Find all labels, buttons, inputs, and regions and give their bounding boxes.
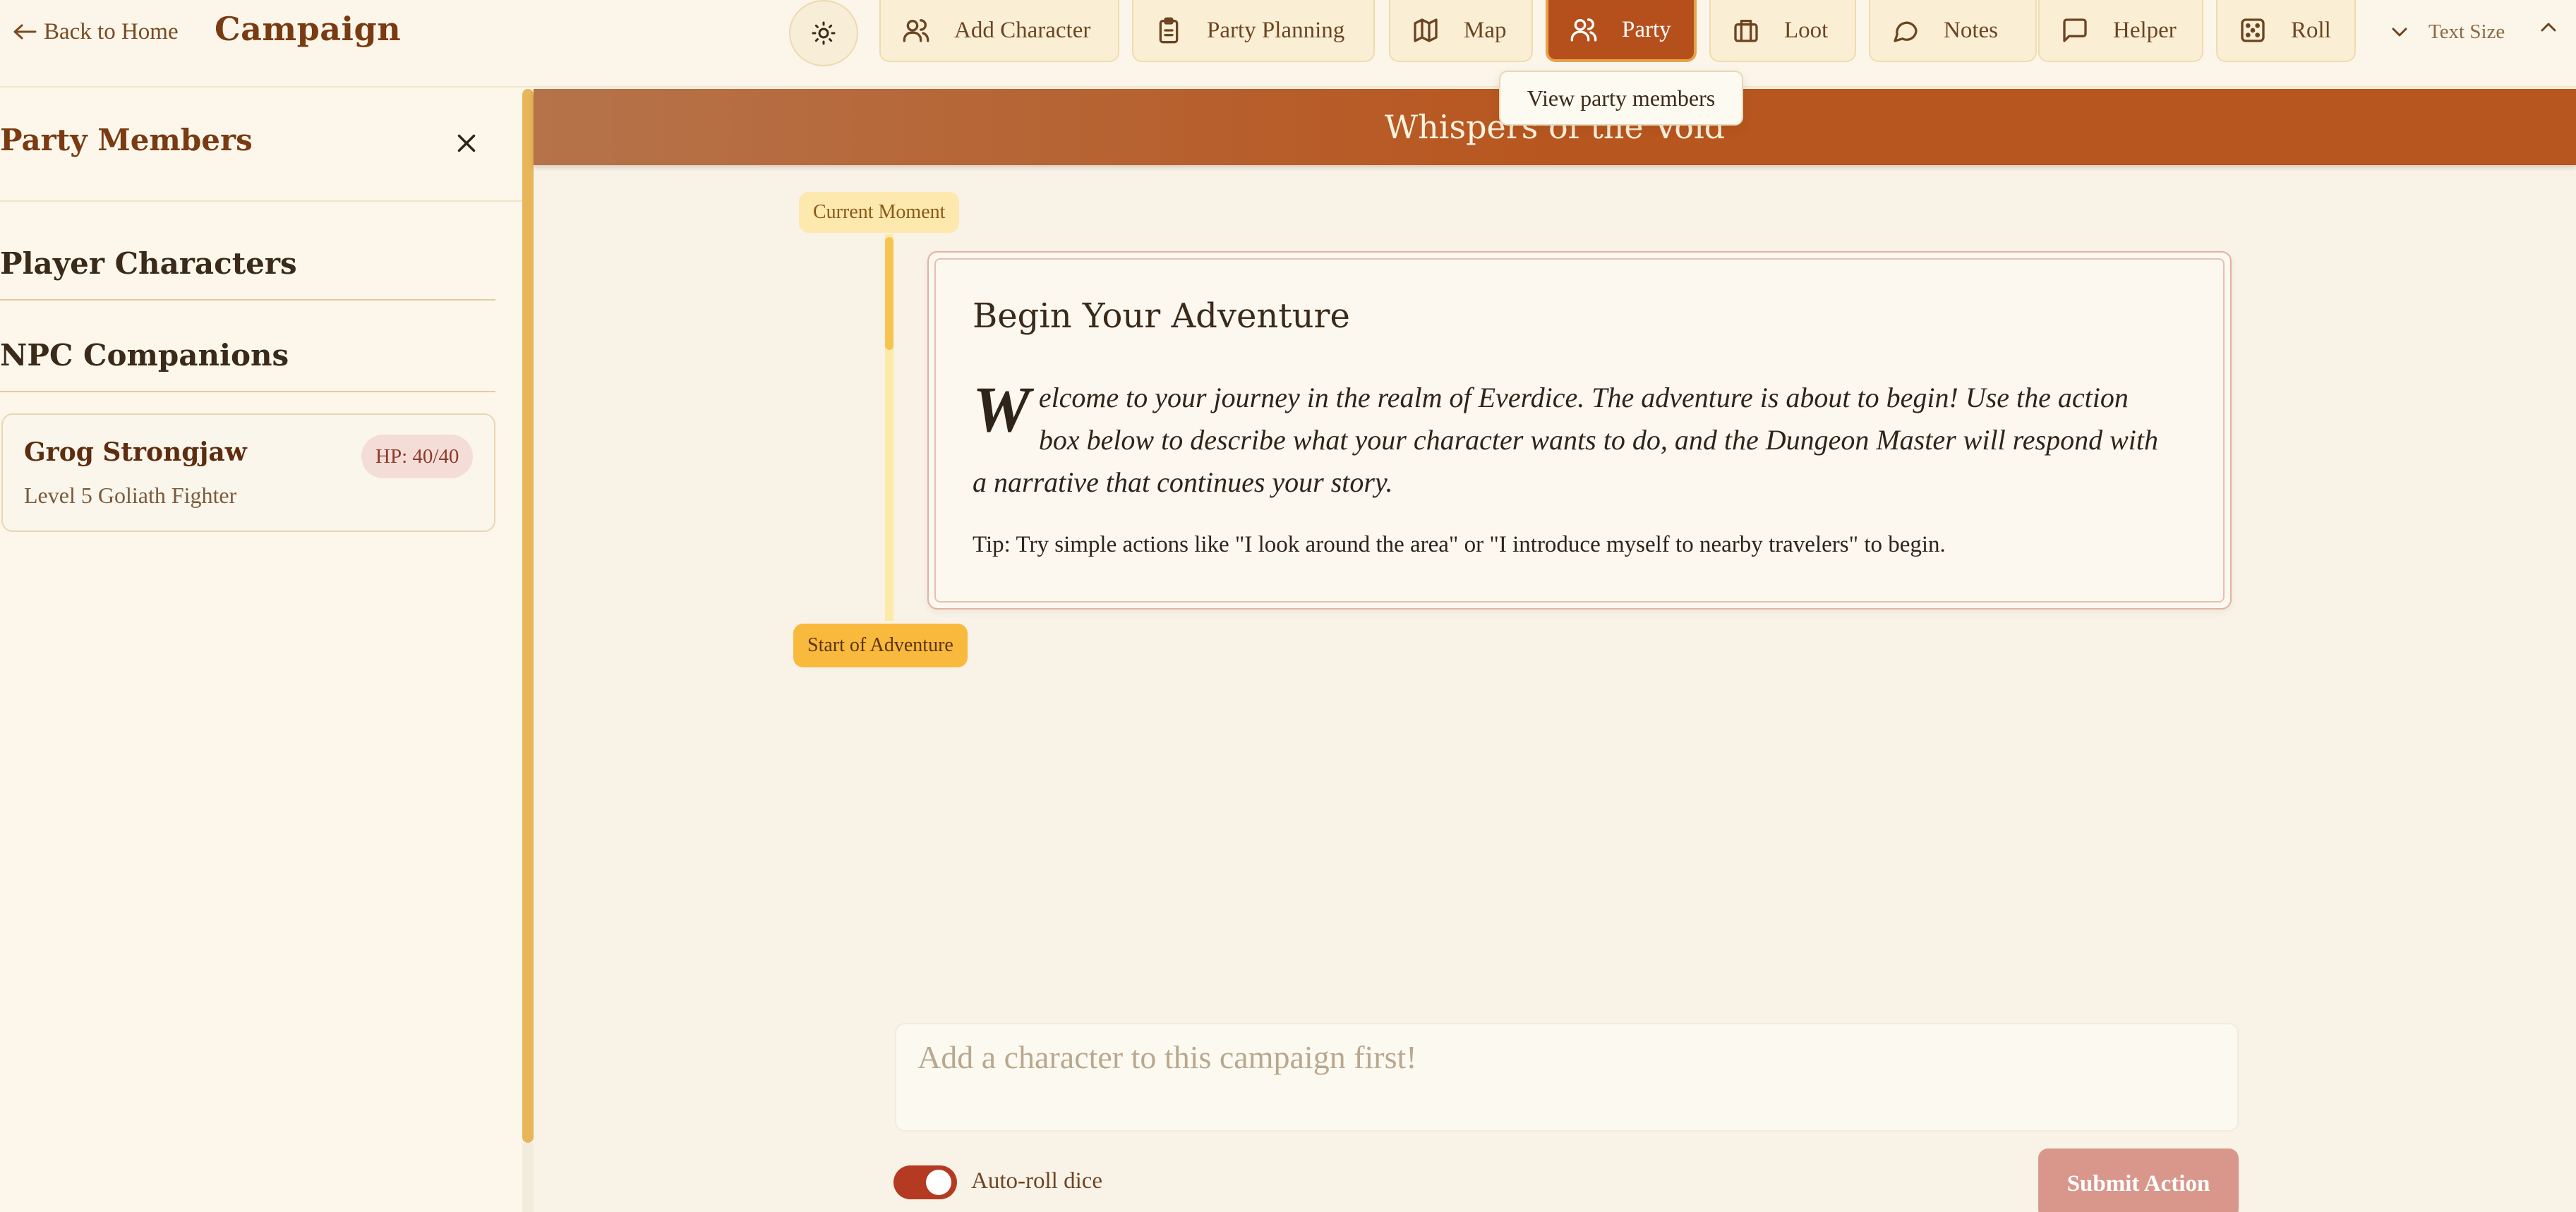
chat-bubble-icon bbox=[1891, 16, 1920, 44]
roll-label: Roll bbox=[2291, 17, 2331, 43]
party-label: Party bbox=[1622, 16, 1671, 42]
briefcase-icon bbox=[1732, 16, 1760, 44]
arrow-left-icon bbox=[13, 23, 37, 40]
party-sidebar: Party Members Player Characters NPC Comp… bbox=[0, 89, 522, 1212]
party-planning-button[interactable]: Party Planning bbox=[1132, 0, 1375, 62]
submit-action-button[interactable]: Submit Action bbox=[2038, 1149, 2239, 1212]
action-input-placeholder: Add a character to this campaign first! bbox=[917, 1039, 1417, 1075]
party-member-card[interactable]: Grog Strongjaw HP: 40/40 Level 5 Goliath… bbox=[1, 413, 495, 532]
page-title: Campaign bbox=[215, 10, 402, 48]
drop-cap: W bbox=[973, 373, 1030, 445]
loot-button[interactable]: Loot bbox=[1709, 0, 1856, 62]
sidebar-scroll-track bbox=[522, 1143, 534, 1212]
party-planning-label: Party Planning bbox=[1207, 17, 1345, 43]
message-square-icon bbox=[2061, 16, 2089, 44]
action-input[interactable]: Add a character to this campaign first! bbox=[895, 1023, 2239, 1132]
story-text: elcome to your journey in the realm of E… bbox=[973, 382, 2158, 498]
users-icon bbox=[902, 16, 930, 44]
text-size-label: Text Size bbox=[2428, 20, 2505, 43]
start-of-adventure-badge[interactable]: Start of Adventure bbox=[793, 624, 968, 667]
helper-label: Helper bbox=[2113, 17, 2177, 43]
helper-button[interactable]: Helper bbox=[2038, 0, 2203, 62]
users-icon bbox=[1570, 16, 1598, 44]
top-bar: Back to Home Campaign Add Character Part… bbox=[0, 0, 2576, 87]
sidebar-header: Party Members bbox=[0, 89, 522, 202]
npc-companions-section[interactable]: NPC Companions bbox=[0, 319, 495, 392]
story-body: Welcome to your journey in the realm of … bbox=[973, 377, 2162, 504]
current-moment-badge: Current Moment bbox=[799, 192, 960, 233]
map-button[interactable]: Map bbox=[1389, 0, 1533, 62]
sidebar-title: Party Members bbox=[0, 123, 253, 157]
text-size-control[interactable]: Text Size bbox=[2389, 16, 2505, 48]
party-button[interactable]: Party bbox=[1546, 0, 1697, 62]
auto-roll-toggle[interactable] bbox=[893, 1165, 957, 1199]
dice-icon bbox=[2239, 16, 2267, 44]
loot-label: Loot bbox=[1784, 17, 1829, 43]
clipboard-icon bbox=[1155, 16, 1183, 44]
map-icon bbox=[1412, 16, 1440, 44]
close-icon[interactable] bbox=[452, 128, 481, 158]
party-tooltip: View party members bbox=[1499, 71, 1743, 126]
sun-icon bbox=[811, 20, 836, 46]
add-character-button[interactable]: Add Character bbox=[879, 0, 1119, 62]
sidebar-scrollbar[interactable] bbox=[522, 89, 534, 1143]
back-to-home-link[interactable]: Back to Home bbox=[13, 16, 179, 48]
back-to-home-label: Back to Home bbox=[44, 18, 179, 44]
notes-label: Notes bbox=[1944, 17, 1998, 43]
member-class: Level 5 Goliath Fighter bbox=[24, 483, 237, 508]
chevron-down-icon bbox=[2389, 25, 2410, 39]
hp-badge: HP: 40/40 bbox=[361, 435, 474, 478]
story-tip: Tip: Try simple actions like "I look aro… bbox=[973, 532, 1946, 557]
story-entry-card: Begin Your Adventure Welcome to your jou… bbox=[927, 251, 2232, 610]
auto-roll-label: Auto-roll dice bbox=[971, 1168, 1103, 1194]
timeline-scroll-thumb[interactable] bbox=[885, 237, 893, 350]
theme-toggle-button[interactable] bbox=[789, 0, 858, 66]
story-title: Begin Your Adventure bbox=[973, 296, 1350, 336]
chevron-up-icon[interactable] bbox=[2538, 20, 2559, 34]
notes-button[interactable]: Notes bbox=[1869, 0, 2037, 62]
add-character-label: Add Character bbox=[954, 17, 1091, 43]
roll-button[interactable]: Roll bbox=[2216, 0, 2356, 62]
toggle-knob bbox=[926, 1170, 951, 1195]
map-label: Map bbox=[1464, 17, 1507, 43]
member-name: Grog Strongjaw bbox=[24, 437, 247, 467]
player-characters-section[interactable]: Player Characters bbox=[0, 227, 495, 301]
